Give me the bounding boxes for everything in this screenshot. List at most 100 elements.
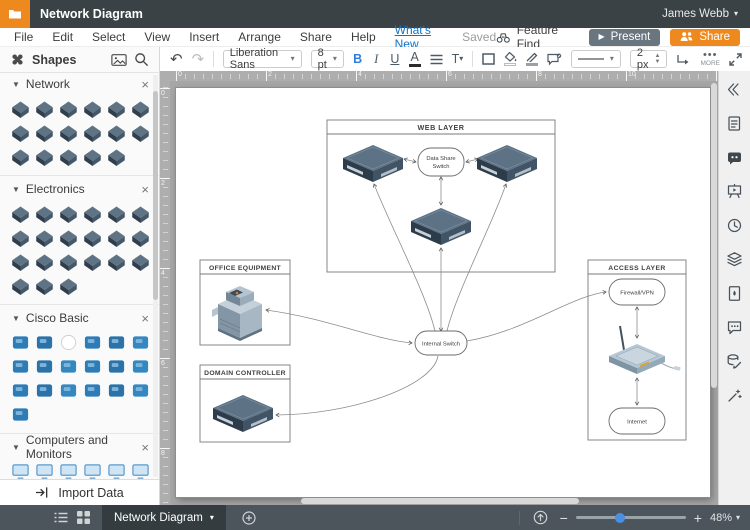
palette-shape[interactable] xyxy=(128,355,152,377)
node-firewall-vpn[interactable]: Firewall/VPN xyxy=(609,279,665,305)
palette-shape[interactable] xyxy=(32,145,56,167)
palette-shape[interactable] xyxy=(104,121,128,143)
palette-shape[interactable] xyxy=(128,226,152,248)
zoom-slider[interactable] xyxy=(576,516,686,519)
palette-shape[interactable] xyxy=(80,250,104,272)
palette-shape[interactable] xyxy=(8,145,32,167)
palette-shape[interactable] xyxy=(80,121,104,143)
canvas-vertical-thumb[interactable] xyxy=(711,83,717,388)
menu-arrange[interactable]: Arrange xyxy=(238,30,281,44)
user-menu[interactable]: James Webb ▾ xyxy=(662,8,738,20)
palette-shape[interactable] xyxy=(104,355,128,377)
line-width-stepper[interactable]: 2 px ▲▼ xyxy=(630,50,668,68)
palette-shape[interactable] xyxy=(8,379,32,401)
section-collapse-caret[interactable]: ▼ xyxy=(12,185,20,194)
edge-internal-domaincontroller[interactable] xyxy=(276,356,438,415)
present-button[interactable]: ▶ Present xyxy=(589,29,661,46)
line-color-button[interactable] xyxy=(526,50,538,68)
palette-shape[interactable] xyxy=(128,250,152,272)
grid-view-icon[interactable] xyxy=(72,505,94,530)
palette-shape[interactable] xyxy=(32,202,56,224)
palette-shape[interactable] xyxy=(8,121,32,143)
palette-shape[interactable] xyxy=(32,97,56,119)
zoom-out-button[interactable]: − xyxy=(560,511,568,525)
node-internal-switch[interactable]: Internal Switch xyxy=(415,331,467,355)
palette-shape[interactable] xyxy=(80,331,104,353)
menu-insert[interactable]: Insert xyxy=(189,30,219,44)
zoom-level[interactable]: 48% ▾ xyxy=(710,512,740,524)
section-collapse-caret[interactable]: ▼ xyxy=(12,443,20,452)
palette-shape[interactable] xyxy=(8,97,32,119)
menu-view[interactable]: View xyxy=(144,30,170,44)
section-header-computers-and-monitors[interactable]: ▼Computers and Monitors× xyxy=(0,436,159,458)
menu-select[interactable]: Select xyxy=(92,30,125,44)
redo-button[interactable]: ↷ xyxy=(192,50,205,68)
palette-shape[interactable] xyxy=(32,355,56,377)
node-data-share-switch[interactable]: Data Share Switch xyxy=(418,148,464,176)
image-icon[interactable] xyxy=(111,53,127,67)
notes-icon[interactable] xyxy=(726,115,743,132)
palette-shape[interactable] xyxy=(128,379,152,401)
align-button[interactable] xyxy=(430,50,443,68)
palette-shape[interactable] xyxy=(8,355,32,377)
palette-shape[interactable] xyxy=(8,274,32,296)
palette-shape[interactable] xyxy=(56,460,80,479)
menu-file[interactable]: File xyxy=(14,30,33,44)
palette-shape[interactable] xyxy=(128,331,152,353)
palette-shape[interactable] xyxy=(80,379,104,401)
edge-internal-firewall[interactable] xyxy=(467,292,606,341)
collapse-panel-icon[interactable] xyxy=(726,81,743,98)
text-style-button[interactable]: T▾ xyxy=(452,50,464,68)
search-icon[interactable] xyxy=(134,52,149,67)
palette-shape[interactable] xyxy=(104,97,128,119)
palette-shape[interactable] xyxy=(8,202,32,224)
magic-wand-icon[interactable] xyxy=(726,387,743,404)
canvas[interactable]: 0246810 02468 xyxy=(160,71,718,505)
text-color-button[interactable]: A xyxy=(409,50,421,68)
presentation-icon[interactable] xyxy=(726,183,743,200)
italic-button[interactable]: I xyxy=(371,50,381,68)
palette-shape[interactable] xyxy=(104,226,128,248)
palette-shape[interactable] xyxy=(56,97,80,119)
palette-shape[interactable] xyxy=(128,460,152,479)
palette-shape[interactable] xyxy=(56,274,80,296)
zoom-slider-knob[interactable] xyxy=(615,513,625,523)
section-close-icon[interactable]: × xyxy=(141,312,149,325)
palette-shape[interactable] xyxy=(128,97,152,119)
palette-shape[interactable] xyxy=(8,250,32,272)
import-data-button[interactable]: Import Data xyxy=(0,479,159,505)
palette-shape[interactable] xyxy=(104,460,128,479)
fill-color-button[interactable] xyxy=(504,50,517,68)
palette-shape[interactable] xyxy=(8,403,32,425)
comments-icon[interactable] xyxy=(726,149,743,166)
palette-shape[interactable] xyxy=(104,331,128,353)
underline-button[interactable]: U xyxy=(390,50,400,68)
palette-shape[interactable] xyxy=(56,121,80,143)
page-style-icon[interactable] xyxy=(726,285,743,302)
section-close-icon[interactable]: × xyxy=(141,78,149,91)
font-size-select[interactable]: 8 pt ▾ xyxy=(311,50,344,68)
section-header-cisco-basic[interactable]: ▼Cisco Basic× xyxy=(0,307,159,329)
palette-shape[interactable] xyxy=(80,202,104,224)
zoom-in-button[interactable]: + xyxy=(694,511,702,525)
connector-type-button[interactable] xyxy=(676,50,691,68)
palette-shape[interactable] xyxy=(104,250,128,272)
section-header-network[interactable]: ▼Network× xyxy=(0,73,159,95)
palette-shape[interactable] xyxy=(104,379,128,401)
palette-shape[interactable] xyxy=(56,355,80,377)
palette-shape[interactable] xyxy=(56,145,80,167)
palette-shape[interactable] xyxy=(8,460,32,479)
palette-shape[interactable] xyxy=(32,274,56,296)
palette-shape[interactable] xyxy=(80,355,104,377)
zoom-fit-icon[interactable] xyxy=(530,505,552,530)
font-family-select[interactable]: Liberation Sans ▾ xyxy=(223,50,302,68)
history-icon[interactable] xyxy=(726,217,743,234)
more-tools-button[interactable]: ••• MORE xyxy=(700,50,720,68)
palette-shape[interactable] xyxy=(32,121,56,143)
palette-shape[interactable] xyxy=(80,97,104,119)
panel-scrollbar-thumb[interactable] xyxy=(153,91,158,300)
list-view-icon[interactable] xyxy=(50,505,72,530)
palette-shape[interactable] xyxy=(32,379,56,401)
undo-button[interactable]: ↶ xyxy=(170,50,183,68)
palette-shape[interactable] xyxy=(32,250,56,272)
